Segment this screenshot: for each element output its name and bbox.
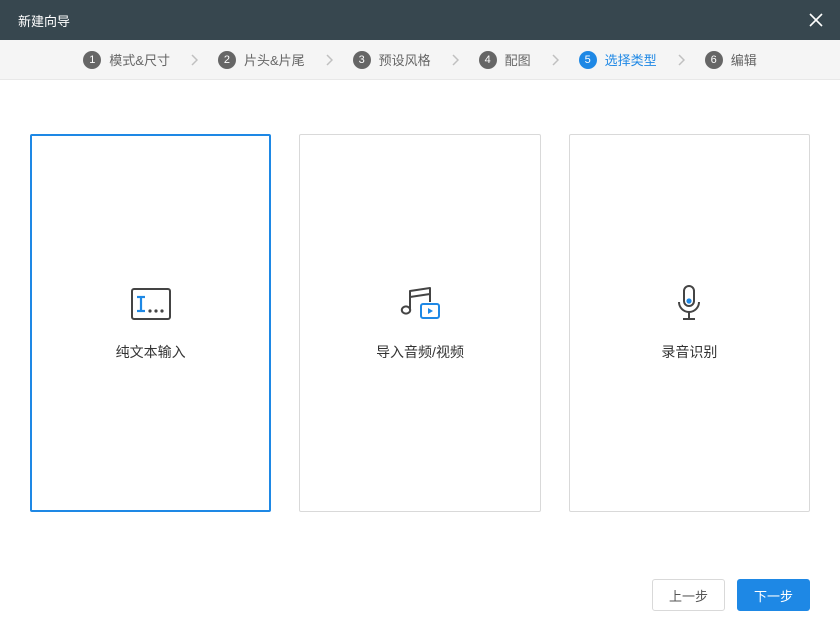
titlebar-title: 新建向导 — [18, 11, 70, 30]
step-6[interactable]: 6 编辑 — [701, 50, 761, 69]
card-import-media[interactable]: 导入音频/视频 — [299, 134, 540, 512]
step-3[interactable]: 3 预设风格 — [349, 50, 435, 69]
card-label: 纯文本输入 — [116, 342, 186, 362]
step-badge: 2 — [218, 51, 236, 69]
footer: 上一步 下一步 — [0, 565, 840, 625]
card-label: 录音识别 — [661, 342, 717, 362]
card-text-input[interactable]: 纯文本输入 — [30, 134, 271, 512]
close-button[interactable] — [804, 8, 828, 32]
step-5[interactable]: 5 选择类型 — [575, 50, 661, 69]
step-label: 片头&片尾 — [244, 50, 305, 69]
prev-button[interactable]: 上一步 — [652, 579, 725, 611]
content-area: 纯文本输入 导入音频/视频 录音识别 — [0, 80, 840, 565]
step-badge: 6 — [705, 51, 723, 69]
step-label: 模式&尺寸 — [109, 50, 170, 69]
chevron-right-icon — [677, 54, 685, 66]
card-label: 导入音频/视频 — [376, 342, 464, 362]
microphone-icon — [667, 284, 711, 324]
chevron-right-icon — [451, 54, 459, 66]
titlebar: 新建向导 — [0, 0, 840, 40]
step-bar: 1 模式&尺寸 2 片头&片尾 3 预设风格 4 配图 5 选择类型 6 编辑 — [0, 40, 840, 80]
step-badge: 4 — [479, 51, 497, 69]
text-input-icon — [129, 284, 173, 324]
step-2[interactable]: 2 片头&片尾 — [214, 50, 309, 69]
step-badge: 3 — [353, 51, 371, 69]
card-voice-recognition[interactable]: 录音识别 — [569, 134, 810, 512]
step-label: 预设风格 — [379, 50, 431, 69]
next-button[interactable]: 下一步 — [737, 579, 810, 611]
step-badge: 1 — [83, 51, 101, 69]
step-badge: 5 — [579, 51, 597, 69]
step-1[interactable]: 1 模式&尺寸 — [79, 50, 174, 69]
step-label: 编辑 — [731, 50, 757, 69]
music-video-icon — [398, 284, 442, 324]
step-label: 选择类型 — [605, 50, 657, 69]
chevron-right-icon — [325, 54, 333, 66]
chevron-right-icon — [551, 54, 559, 66]
step-label: 配图 — [505, 50, 531, 69]
close-icon — [809, 13, 823, 27]
chevron-right-icon — [190, 54, 198, 66]
step-4[interactable]: 4 配图 — [475, 50, 535, 69]
